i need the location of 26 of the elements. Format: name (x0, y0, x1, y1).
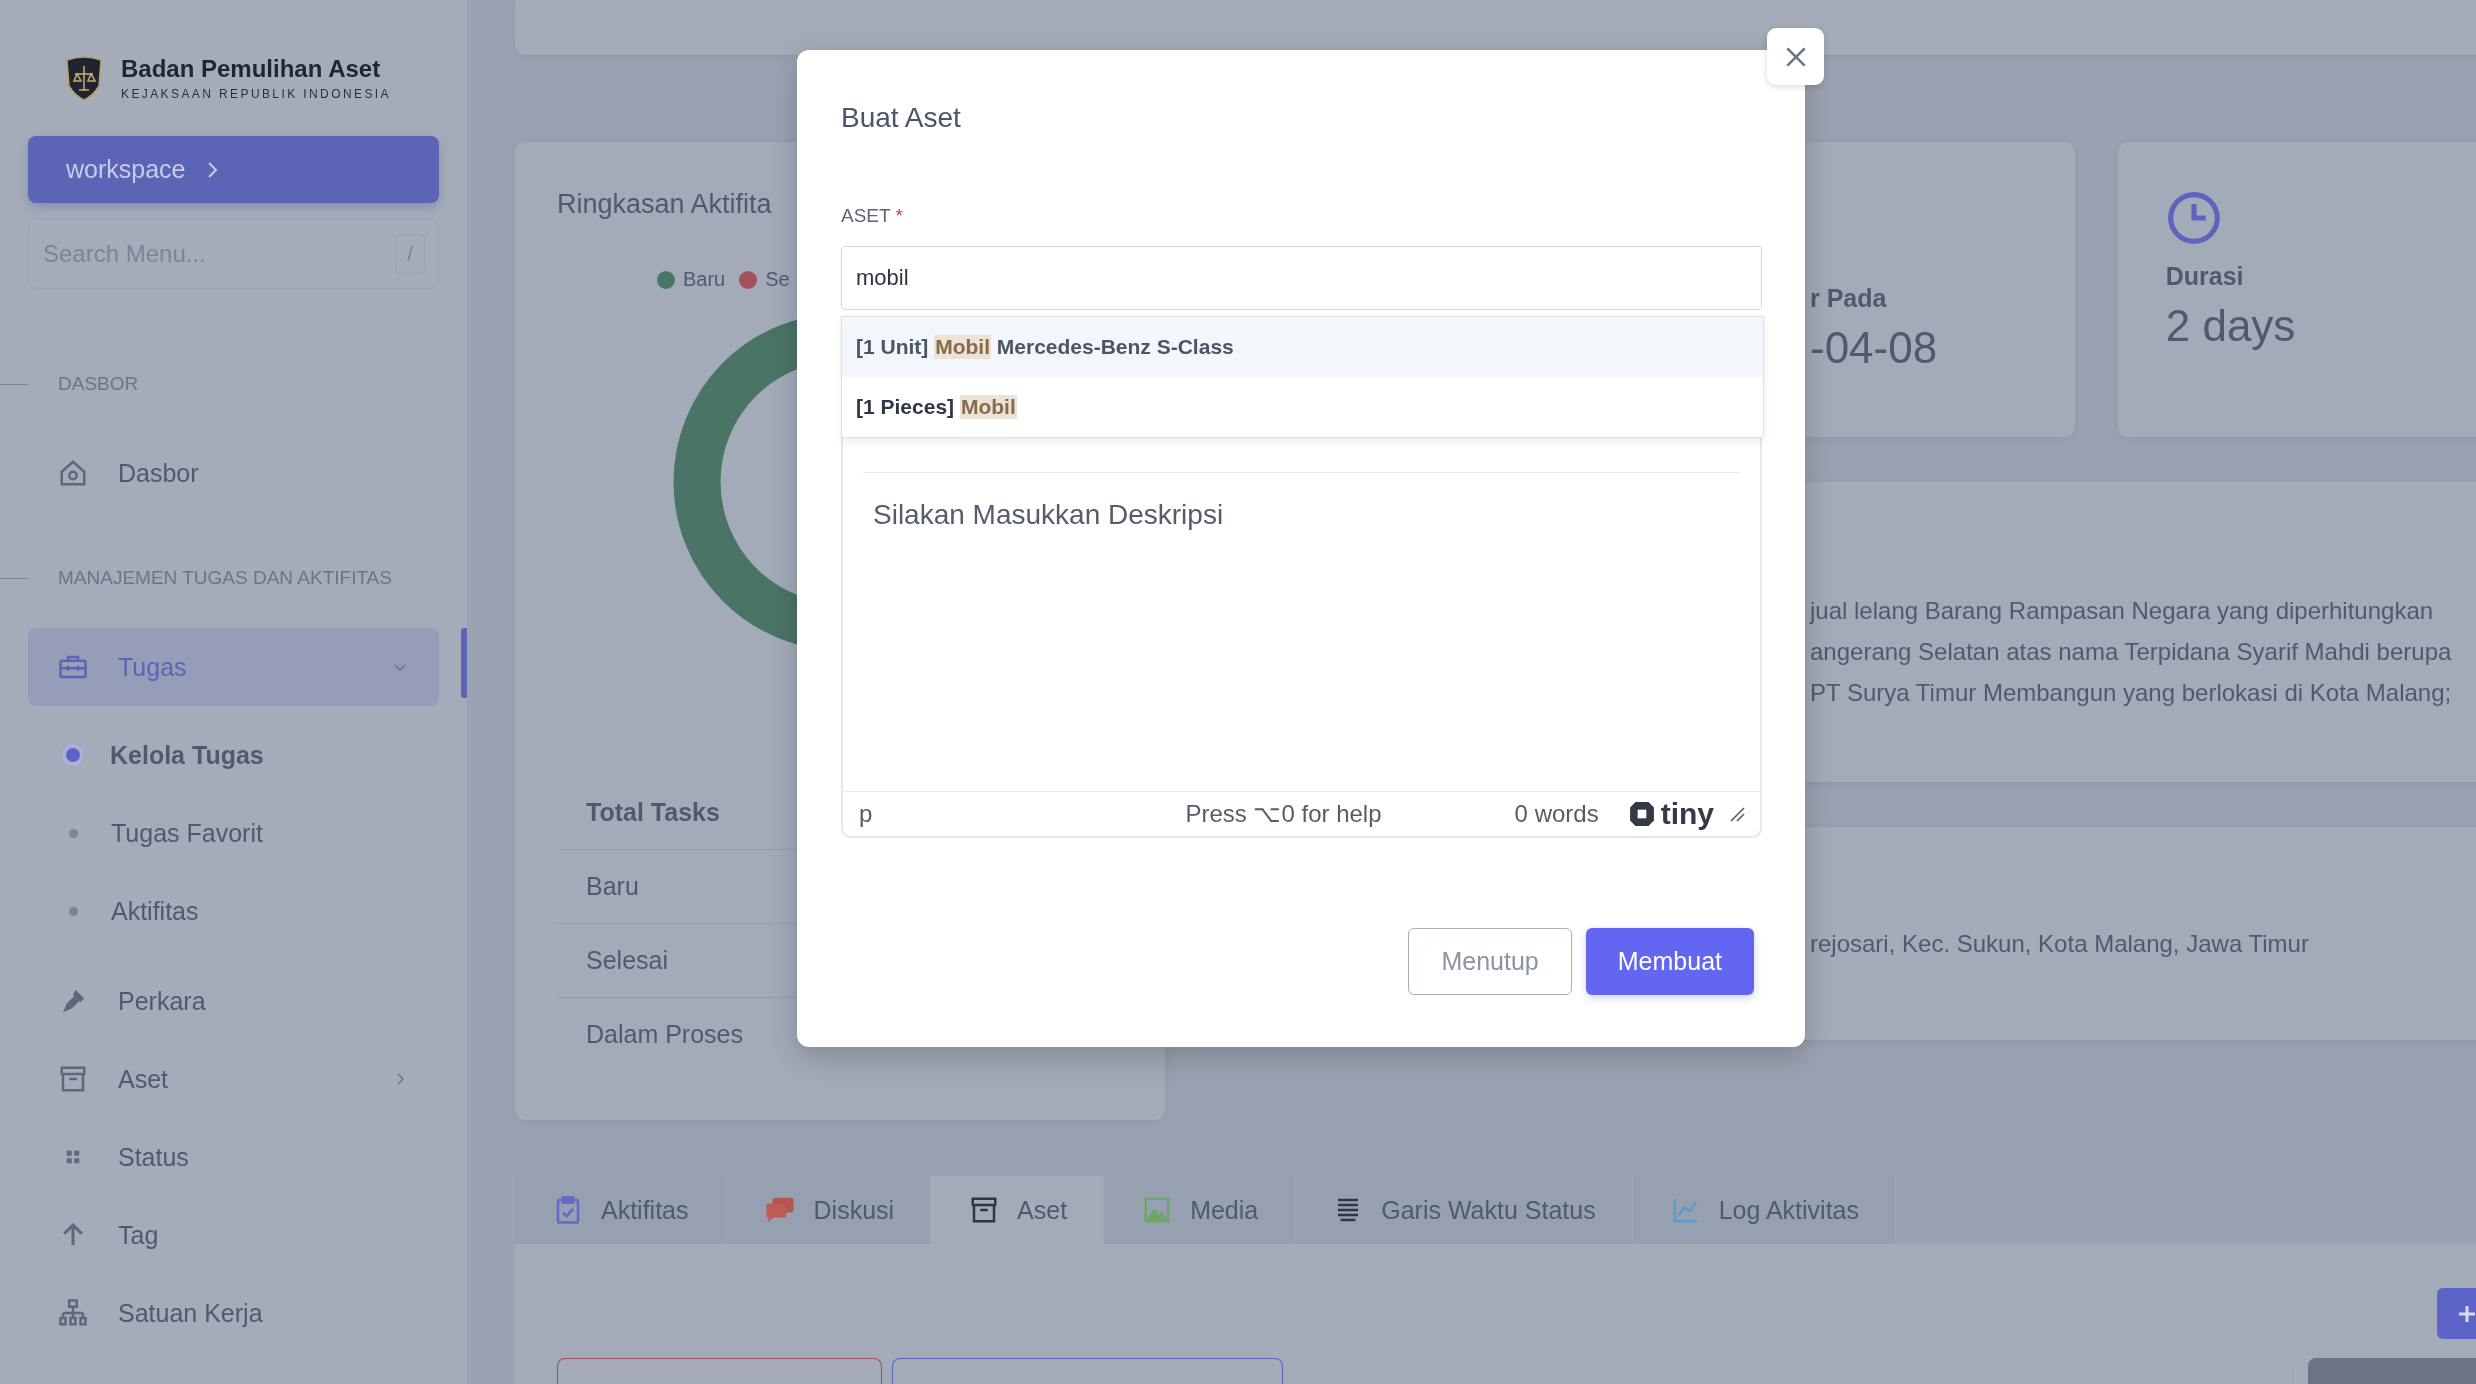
description-text: angerang Selatan atas nama Terpidana Syarif Mahdi berupa (1810, 637, 2453, 667)
word-count: 0 words (1514, 800, 1599, 828)
table-cell: Baru (586, 872, 639, 900)
legend-label: Se (765, 268, 790, 291)
organization-name: Badan Pemulihan Aset (121, 55, 382, 83)
required-mark: * (895, 205, 903, 226)
stat-label: r Pada (1810, 284, 1888, 313)
card-title: Ringkasan Aktifita (557, 188, 772, 221)
stat-value: 2 days (2165, 301, 2297, 351)
table-cell: Selesai (586, 946, 668, 974)
description-text: PT Surya Timur Membangun yang berlokasi di Kota Malang; (1810, 678, 2453, 708)
field-label: ASET (841, 205, 891, 226)
section-heading: DASBOR (58, 373, 139, 395)
table-cell: Dalam Proses (586, 1020, 743, 1048)
stat-value: -04-08 (1810, 323, 1939, 373)
modal-title: Buat Aset (841, 101, 962, 135)
description-text: jual lelang Barang Rampasan Negara yang diperhitungkan (1810, 596, 2435, 626)
legend-label: Baru (683, 268, 726, 291)
address-text: rejosari, Kec. Sukun, Kota Malang, Jawa Timur (1810, 930, 2309, 957)
editor-brand: tiny (1628, 797, 1714, 831)
stat-label: Durasi (2165, 262, 2245, 291)
help-text: Press ⌥0 for help (1184, 800, 1382, 828)
shortcut-key: / (395, 234, 425, 274)
section-heading: MANAJEMEN TUGAS DAN AKTIFITAS (58, 567, 392, 589)
organization-subtitle: KEJAKSAAN REPUBLIK INDONESIA (121, 87, 391, 101)
element-path: p (859, 800, 873, 828)
